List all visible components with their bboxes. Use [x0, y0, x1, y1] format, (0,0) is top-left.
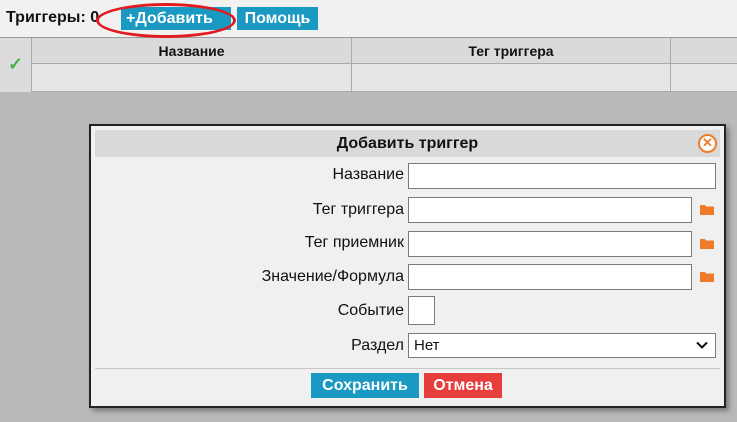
- receiver-tag-input[interactable]: [408, 231, 692, 257]
- receiver-tag-label: Тег приемник: [304, 234, 404, 251]
- folder-icon[interactable]: [700, 204, 714, 215]
- dialog-title: Добавить триггер: [336, 135, 479, 152]
- column-header-name[interactable]: Название: [32, 38, 352, 64]
- trigger-tag-label: Тег триггера: [312, 201, 404, 218]
- chevron-down-icon: [696, 341, 708, 349]
- save-button[interactable]: Сохранить: [311, 373, 419, 398]
- trigger-tag-input[interactable]: [408, 197, 692, 223]
- section-selected-value: Нет: [414, 337, 440, 354]
- folder-icon[interactable]: [700, 238, 714, 249]
- table-cell[interactable]: [352, 64, 671, 92]
- column-header-trigger-tag[interactable]: Тег триггера: [352, 38, 671, 64]
- add-trigger-dialog: Добавить триггер ✕ Название Тег триггера…: [89, 124, 726, 408]
- close-icon[interactable]: ✕: [698, 134, 717, 153]
- column-header-extra: [671, 38, 737, 64]
- value-formula-label: Значение/Формула: [261, 268, 404, 285]
- name-input[interactable]: [408, 163, 716, 189]
- event-label: Событие: [337, 302, 404, 319]
- table-cell[interactable]: [32, 64, 352, 92]
- triggers-count-title: Триггеры: 0: [6, 9, 100, 26]
- select-all-cell[interactable]: ✓: [0, 38, 32, 92]
- cancel-button[interactable]: Отмена: [424, 373, 502, 398]
- event-checkbox[interactable]: [408, 296, 435, 325]
- name-label: Название: [332, 166, 405, 183]
- table-cell[interactable]: [671, 64, 737, 92]
- help-button[interactable]: Помощь: [237, 7, 318, 30]
- section-label: Раздел: [351, 337, 404, 354]
- checkmark-icon: ✓: [8, 54, 24, 74]
- dialog-header[interactable]: Добавить триггер ✕: [95, 130, 720, 157]
- section-select[interactable]: Нет: [408, 333, 716, 358]
- dialog-divider: [95, 368, 720, 369]
- highlight-annotation: [96, 3, 236, 38]
- value-formula-input[interactable]: [408, 264, 692, 290]
- triggers-table: ✓ Название Тег триггера: [0, 38, 737, 92]
- folder-icon[interactable]: [700, 271, 714, 282]
- toolbar: Триггеры: 0 +Добавить Помощь: [0, 0, 737, 38]
